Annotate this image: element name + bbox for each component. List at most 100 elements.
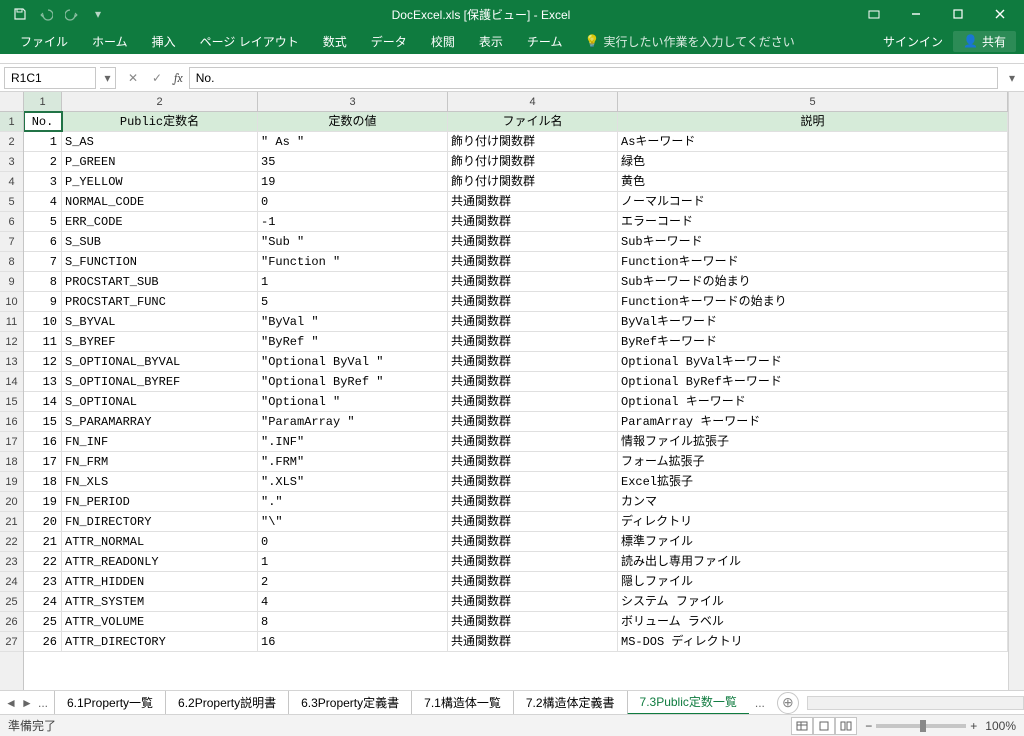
row-number[interactable]: 4 [0, 172, 23, 192]
ribbon-tab-0[interactable]: ファイル [8, 28, 80, 54]
close-button[interactable] [980, 1, 1020, 27]
cell[interactable]: 26 [24, 632, 62, 651]
cell[interactable]: ".INF" [258, 432, 448, 451]
header-cell[interactable]: Public定数名 [62, 112, 258, 131]
row-number[interactable]: 22 [0, 532, 23, 552]
row-number[interactable]: 3 [0, 152, 23, 172]
cell[interactable]: 共通関数群 [448, 592, 618, 611]
cell[interactable]: ByRefキーワード [618, 332, 1008, 351]
cell[interactable]: 緑色 [618, 152, 1008, 171]
minimize-button[interactable] [896, 1, 936, 27]
cell[interactable]: S_OPTIONAL_BYREF [62, 372, 258, 391]
cell[interactable]: 共通関数群 [448, 292, 618, 311]
cell[interactable]: Excel拡張子 [618, 472, 1008, 491]
cell[interactable]: "ByRef " [258, 332, 448, 351]
qat-customize-icon[interactable]: ▾ [88, 4, 108, 24]
row-number[interactable]: 26 [0, 612, 23, 632]
cell[interactable]: 13 [24, 372, 62, 391]
cell[interactable]: 9 [24, 292, 62, 311]
cell[interactable]: ".XLS" [258, 472, 448, 491]
header-cell[interactable]: No. [24, 112, 62, 131]
cell[interactable]: 0 [258, 192, 448, 211]
cell[interactable]: 飾り付け関数群 [448, 132, 618, 151]
cell[interactable]: 1 [24, 132, 62, 151]
row-number[interactable]: 11 [0, 312, 23, 332]
cell[interactable]: 共通関数群 [448, 572, 618, 591]
zoom-track[interactable] [876, 724, 966, 728]
formula-expand-icon[interactable]: ▾ [1004, 71, 1020, 85]
column-header[interactable]: 5 [618, 92, 1008, 111]
save-icon[interactable] [10, 4, 30, 24]
cell[interactable]: 14 [24, 392, 62, 411]
page-layout-view-icon[interactable] [813, 717, 835, 735]
column-header[interactable]: 3 [258, 92, 448, 111]
row-number[interactable]: 10 [0, 292, 23, 312]
row-number[interactable]: 8 [0, 252, 23, 272]
vertical-scrollbar[interactable] [1008, 92, 1024, 690]
cell[interactable]: 共通関数群 [448, 232, 618, 251]
cell[interactable]: 共通関数群 [448, 552, 618, 571]
row-number[interactable]: 9 [0, 272, 23, 292]
ribbon-tab-4[interactable]: 数式 [311, 28, 359, 54]
tab-more-prev[interactable]: ... [36, 696, 50, 710]
cell[interactable]: 20 [24, 512, 62, 531]
cell[interactable]: ByValキーワード [618, 312, 1008, 331]
tell-me[interactable]: 💡 実行したい作業を入力してください [574, 33, 804, 50]
cell[interactable]: Subキーワード [618, 232, 1008, 251]
cell[interactable]: 共通関数群 [448, 412, 618, 431]
cell[interactable]: 16 [258, 632, 448, 651]
cell[interactable]: Functionキーワードの始まり [618, 292, 1008, 311]
normal-view-icon[interactable] [791, 717, 813, 735]
sheet-tab[interactable]: 6.3Property定義書 [288, 691, 412, 715]
cell[interactable]: 共通関数群 [448, 392, 618, 411]
fx-icon[interactable]: fx [174, 71, 183, 85]
ribbon-tab-7[interactable]: 表示 [467, 28, 515, 54]
cell[interactable]: Optional ByValキーワード [618, 352, 1008, 371]
select-all-corner[interactable] [0, 92, 23, 112]
row-number[interactable]: 7 [0, 232, 23, 252]
cell[interactable]: S_BYREF [62, 332, 258, 351]
cell[interactable]: 共通関数群 [448, 372, 618, 391]
cell[interactable]: 飾り付け関数群 [448, 152, 618, 171]
cell[interactable]: "ByVal " [258, 312, 448, 331]
row-number[interactable]: 12 [0, 332, 23, 352]
cell[interactable]: Optional キーワード [618, 392, 1008, 411]
row-number[interactable]: 14 [0, 372, 23, 392]
row-number[interactable]: 5 [0, 192, 23, 212]
row-number[interactable]: 18 [0, 452, 23, 472]
row-number[interactable]: 23 [0, 552, 23, 572]
formula-input[interactable]: No. [189, 67, 998, 89]
horizontal-scrollbar[interactable] [807, 696, 1024, 710]
row-number[interactable]: 19 [0, 472, 23, 492]
cell[interactable]: 5 [258, 292, 448, 311]
row-number[interactable]: 20 [0, 492, 23, 512]
page-break-view-icon[interactable] [835, 717, 857, 735]
row-number[interactable]: 13 [0, 352, 23, 372]
cell[interactable]: Asキーワード [618, 132, 1008, 151]
sign-in-link[interactable]: サインイン [883, 33, 943, 50]
cell[interactable]: "ParamArray " [258, 412, 448, 431]
sheet-tab[interactable]: 7.2構造体定義書 [513, 691, 628, 715]
cell[interactable]: PROCSTART_SUB [62, 272, 258, 291]
cell[interactable]: ATTR_DIRECTORY [62, 632, 258, 651]
sheet-tab[interactable]: 7.3Public定数一覧 [627, 691, 749, 715]
cell[interactable]: P_YELLOW [62, 172, 258, 191]
row-number[interactable]: 17 [0, 432, 23, 452]
tab-more-next[interactable]: ... [749, 696, 771, 710]
column-header[interactable]: 1 [24, 92, 62, 111]
header-cell[interactable]: 説明 [618, 112, 1008, 131]
header-cell[interactable]: 定数の値 [258, 112, 448, 131]
cell[interactable]: 飾り付け関数群 [448, 172, 618, 191]
row-number[interactable]: 16 [0, 412, 23, 432]
cell[interactable]: S_PARAMARRAY [62, 412, 258, 431]
cell[interactable]: S_OPTIONAL_BYVAL [62, 352, 258, 371]
cell[interactable]: 標準ファイル [618, 532, 1008, 551]
undo-icon[interactable] [36, 4, 56, 24]
enter-icon[interactable]: ✓ [146, 67, 168, 89]
share-button[interactable]: 👤 共有 [953, 31, 1016, 52]
ribbon-tab-8[interactable]: チーム [515, 28, 575, 54]
cell[interactable]: ATTR_VOLUME [62, 612, 258, 631]
cell[interactable]: ATTR_READONLY [62, 552, 258, 571]
cell[interactable]: Optional ByRefキーワード [618, 372, 1008, 391]
cell[interactable]: 21 [24, 532, 62, 551]
